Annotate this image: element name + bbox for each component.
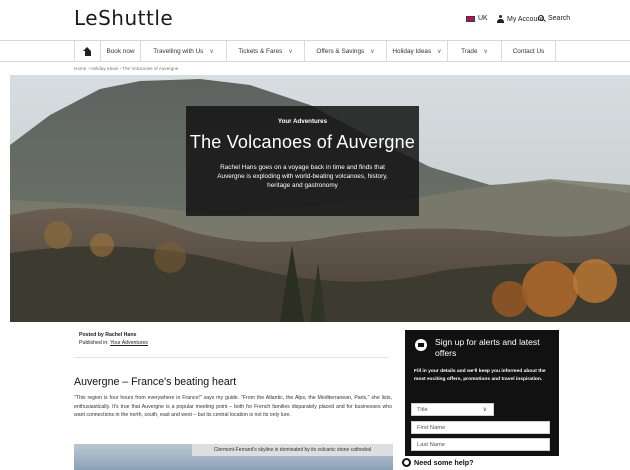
chevron-down-icon: ∨ xyxy=(370,48,375,55)
article-title: Auvergne – France's beating heart xyxy=(74,376,237,388)
main-nav: Book now Travelling with Us ∨ Tickets & … xyxy=(0,40,630,62)
nav-label: Holiday Ideas xyxy=(392,47,432,55)
nav-book-now[interactable]: Book now xyxy=(100,41,140,61)
locale-label: UK xyxy=(478,15,488,22)
nav-label: Trade xyxy=(461,47,478,55)
nav-travelling-with-us[interactable]: Travelling with Us ∨ xyxy=(140,41,226,61)
nav-label: Contact Us xyxy=(512,47,545,55)
account-icon xyxy=(497,15,504,23)
breadcrumb[interactable]: Home › Holiday Ideas › The Volcanoes of … xyxy=(74,66,178,71)
hero-caption-box: Your Adventures The Volcanoes of Auvergn… xyxy=(186,106,419,216)
site-header: LeShuttle UK My Account Search xyxy=(0,0,630,40)
published-in-link[interactable]: Your Adventures xyxy=(110,340,148,346)
posted-by: Posted by Rachel Hans xyxy=(79,332,137,338)
chat-icon xyxy=(402,458,411,467)
home-icon xyxy=(83,46,92,56)
nav-label: Book now xyxy=(106,47,135,55)
published-in-prefix: Published in: xyxy=(79,340,109,346)
help-label: Need some help? xyxy=(414,458,474,467)
title-select[interactable]: Title ∨ xyxy=(411,403,494,416)
hero-kicker: Your Adventures xyxy=(277,118,328,125)
envelope-icon xyxy=(415,339,427,351)
hero-title: The Volcanoes of Auvergne xyxy=(189,132,416,152)
help-link[interactable]: Need some help? xyxy=(402,458,474,467)
first-name-placeholder: First Name xyxy=(417,424,446,431)
nav-label: Offers & Savings xyxy=(316,47,365,55)
first-name-field[interactable]: First Name xyxy=(411,421,550,434)
chevron-down-icon: ∨ xyxy=(482,407,487,413)
image-caption: Clermont-Ferrand's skyline is dominated … xyxy=(192,444,393,456)
last-name-field[interactable]: Last Name xyxy=(411,438,550,451)
nav-label: Travelling with Us xyxy=(153,47,204,55)
nav-label: Tickets & Fares xyxy=(238,47,283,55)
published-in: Published in: Your Adventures xyxy=(79,339,148,347)
nav-offers-savings[interactable]: Offers & Savings ∨ xyxy=(304,41,386,61)
chevron-down-icon: ∨ xyxy=(483,48,488,55)
search-link[interactable]: Search xyxy=(538,15,570,22)
chevron-down-icon: ∨ xyxy=(209,48,214,55)
title-select-value: Title xyxy=(417,406,428,413)
nav-holiday-ideas[interactable]: Holiday Ideas ∨ xyxy=(386,41,447,61)
nav-trade[interactable]: Trade ∨ xyxy=(447,41,501,61)
signup-description: Fill in your details and we'll keep you … xyxy=(414,369,546,382)
nav-home[interactable] xyxy=(74,41,100,61)
search-icon xyxy=(538,15,545,22)
search-label: Search xyxy=(548,15,571,22)
page: LeShuttle UK My Account Search Book now … xyxy=(0,0,630,470)
post-meta: Posted by Rachel Hans Published in: Your… xyxy=(79,331,148,347)
hero-subtitle: Rachel Hans goes on a voyage back in tim… xyxy=(217,164,388,189)
signup-title: Sign up for alerts and latest offers xyxy=(435,337,540,358)
leshuttle-logo[interactable]: LeShuttle xyxy=(74,6,173,30)
uk-flag-icon xyxy=(466,15,475,22)
divider xyxy=(74,357,389,358)
hero-banner: Your Adventures The Volcanoes of Auvergn… xyxy=(10,75,630,322)
chevron-down-icon: ∨ xyxy=(288,48,293,55)
my-account-link[interactable]: My Account xyxy=(497,15,543,23)
last-name-placeholder: Last Name xyxy=(417,441,446,448)
chevron-down-icon: ∨ xyxy=(437,48,442,55)
locale-selector[interactable]: UK xyxy=(466,15,488,22)
nav-contact-us[interactable]: Contact Us xyxy=(501,41,556,61)
article-body: "This region is four hours from everywhe… xyxy=(74,395,392,418)
nav-tickets-fares[interactable]: Tickets & Fares ∨ xyxy=(226,41,304,61)
